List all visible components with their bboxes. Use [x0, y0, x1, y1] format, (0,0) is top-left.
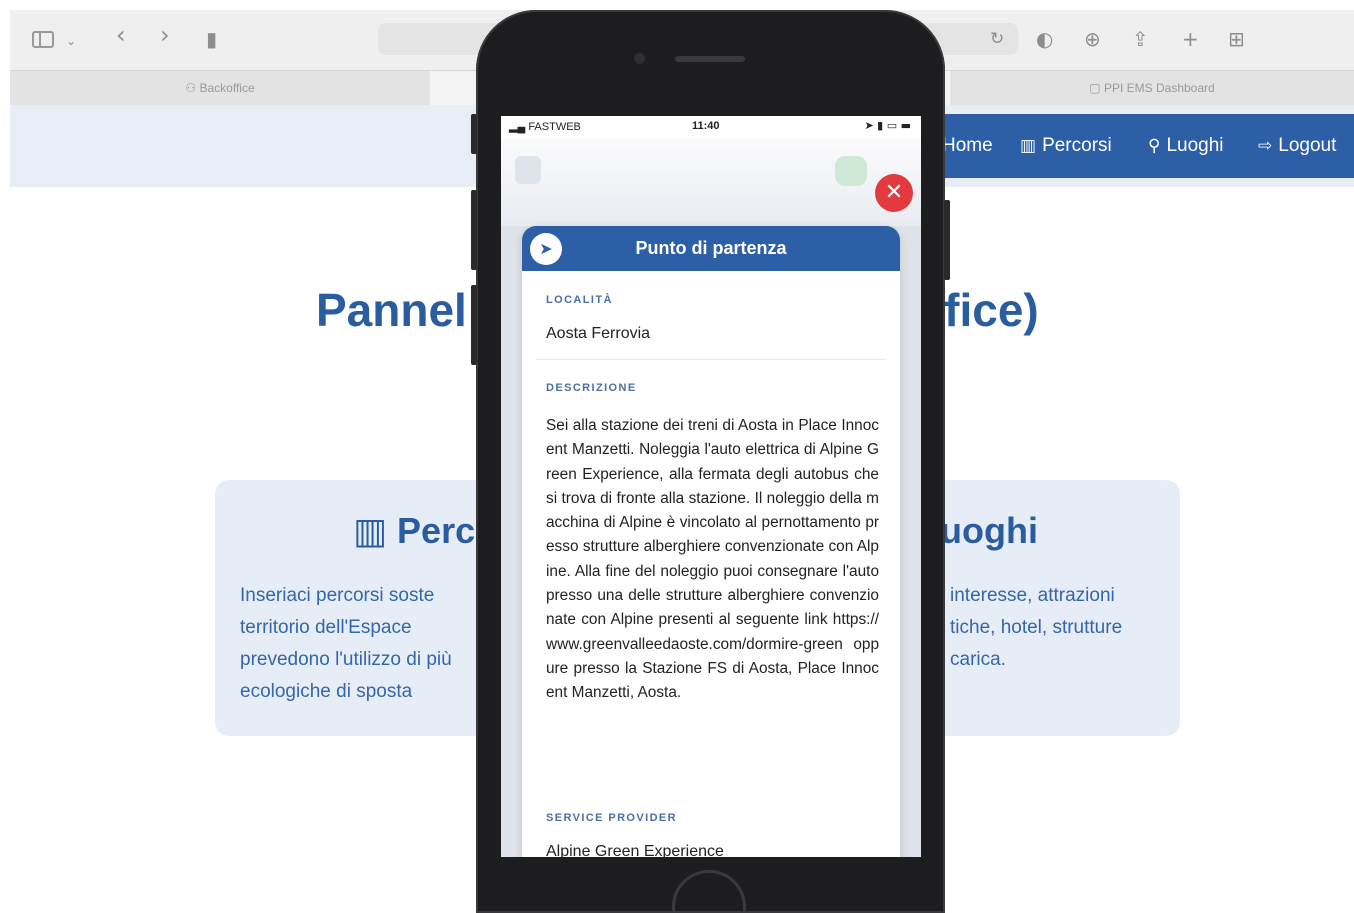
bookmark-icon[interactable]: ▮: [206, 28, 217, 50]
volume-up-button: [471, 190, 477, 270]
screen: ⌄ ‹ › ▮ ↻ ◐ ⊕ ⇪ + ⊞ ⚇ Backoffice ▢ PPI E…: [0, 0, 1354, 913]
clock: 11:40: [692, 120, 720, 132]
map-icon: ▥: [1020, 136, 1037, 156]
phone-screen: ▂▄ FASTWEB 11:40 ➤ ▮ ▭ ▬ ✕ ➤ Punto di pa…: [501, 116, 921, 857]
tab-overview-icon[interactable]: ⊞: [1228, 28, 1245, 50]
modal-header: ➤ Punto di partenza: [522, 226, 900, 271]
person-icon: ⚇: [185, 81, 200, 95]
battery-icon: ➤ ▮ ▭ ▬: [864, 119, 911, 132]
close-button[interactable]: ✕: [875, 174, 913, 212]
square-icon: ▢: [1089, 81, 1104, 95]
status-badge: [835, 156, 867, 186]
signal-icon: ▂▄: [509, 121, 529, 133]
card-percorsi-text: Inseriaci percorsi soste territorio dell…: [240, 585, 452, 702]
power-button: [944, 200, 950, 280]
download-icon[interactable]: ⊕: [1084, 28, 1101, 50]
forward-icon[interactable]: ›: [160, 23, 170, 47]
card-luoghi-title: uoghi: [940, 510, 1038, 551]
card-luoghi-text: interesse, attrazioni tiche, hotel, stru…: [950, 585, 1123, 670]
status-bar: ▂▄ FASTWEB 11:40 ➤ ▮ ▭ ▬: [501, 116, 921, 138]
home-button[interactable]: [672, 870, 746, 913]
location-label: LOCALITÀ: [546, 294, 613, 306]
description-label: DESCRIZIONE: [546, 382, 637, 394]
chevron-down-icon[interactable]: ⌄: [66, 30, 76, 52]
carrier-label: ▂▄ FASTWEB: [509, 121, 581, 133]
back-icon[interactable]: ‹: [116, 23, 126, 47]
main-nav: Home ▥ Percorsi ⚲ Luoghi ⇨ Logout: [932, 114, 1354, 178]
starting-point-modal: ➤ Punto di partenza LOCALITÀ Aosta Ferro…: [522, 226, 900, 857]
provider-value: Alpine Green Experience: [546, 843, 724, 857]
share-icon[interactable]: ⇪: [1132, 28, 1149, 50]
earpiece: [675, 56, 745, 62]
card-percorsi-title: ▥ Perc: [353, 510, 476, 552]
provider-label: SERVICE PROVIDER: [546, 812, 678, 824]
mute-switch: [471, 114, 477, 154]
divider: [536, 359, 886, 360]
volume-down-button: [471, 285, 477, 365]
reload-icon[interactable]: ↻: [990, 28, 1004, 50]
nav-percorsi[interactable]: ▥ Percorsi: [1020, 132, 1112, 160]
privacy-icon[interactable]: ◐: [1036, 28, 1053, 50]
nav-logout[interactable]: ⇨ Logout: [1258, 132, 1336, 160]
tab-ems-dashboard[interactable]: ▢ PPI EMS Dashboard: [950, 71, 1354, 106]
menu-icon[interactable]: [515, 156, 541, 184]
new-tab-icon[interactable]: +: [1182, 28, 1199, 50]
map-icon: ▥: [353, 511, 388, 552]
nav-luoghi[interactable]: ⚲ Luoghi: [1148, 132, 1224, 160]
tab-backoffice[interactable]: ⚇ Backoffice: [10, 71, 430, 106]
front-camera: [634, 53, 645, 64]
modal-title: Punto di partenza: [635, 238, 787, 258]
map-pin-icon: ⚲: [1148, 136, 1161, 156]
app-header: ✕: [501, 138, 921, 226]
logout-icon: ⇨: [1258, 136, 1273, 156]
location-value: Aosta Ferrovia: [546, 325, 651, 342]
nav-home[interactable]: Home: [942, 132, 993, 160]
description-text: Sei alla stazione dei treni di Aosta in …: [546, 417, 879, 702]
sidebar-toggle-icon[interactable]: [32, 31, 54, 48]
